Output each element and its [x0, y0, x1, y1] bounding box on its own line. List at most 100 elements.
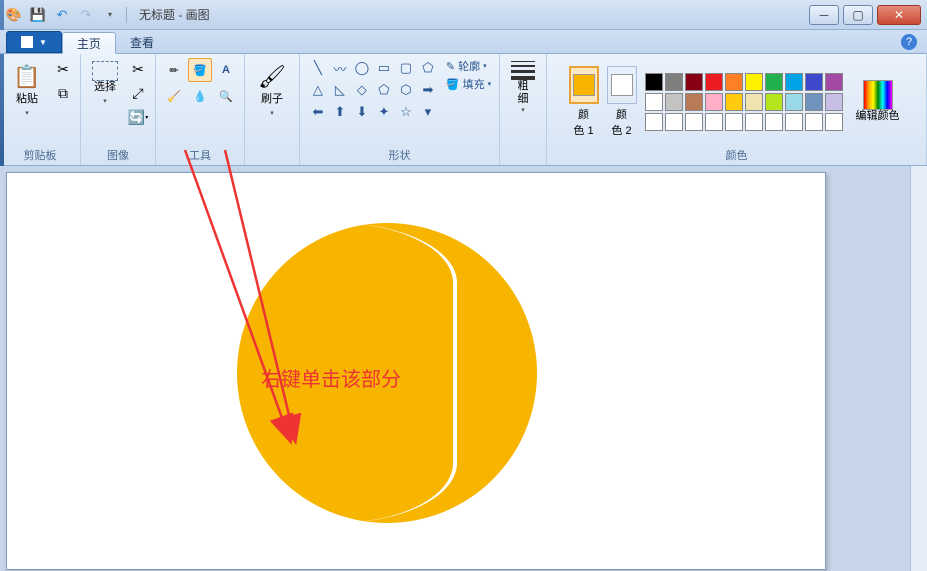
shape-roundrect[interactable]: ▢ [396, 58, 416, 78]
group-colors: 颜 色 1 颜 色 2 编辑颜色 颜色 [547, 54, 927, 165]
canvas[interactable]: 右键单击该部分 [6, 172, 826, 570]
crop-button[interactable]: ✂ [127, 58, 149, 80]
palette-swatch[interactable] [805, 73, 823, 91]
shape-right-triangle[interactable]: ◺ [330, 80, 350, 100]
fill-icon: 🪣 [446, 78, 460, 91]
maximize-button[interactable]: ▢ [843, 5, 873, 25]
palette-swatch[interactable] [725, 73, 743, 91]
shape-arrow-up[interactable]: ⬆ [330, 102, 350, 122]
help-button[interactable]: ? [901, 34, 917, 50]
drawn-circle[interactable]: 右键单击该部分 [237, 223, 537, 523]
brushes-button[interactable]: 🖌 刷子▾ [251, 58, 293, 123]
vertical-scrollbar[interactable] [910, 166, 927, 571]
palette-swatch[interactable] [745, 93, 763, 111]
pencil-icon: ✏ [169, 64, 178, 77]
magnifier-icon: 🔍 [219, 90, 233, 103]
text-tool[interactable]: A [214, 58, 238, 82]
file-menu-button[interactable]: ▼ [6, 31, 62, 53]
palette-swatch[interactable] [685, 93, 703, 111]
palette-swatch[interactable] [725, 113, 743, 131]
shapes-gallery[interactable]: ╲ 〰 ◯ ▭ ▢ ⬠ △ ◺ ◇ ⬠ ⬡ ➡ ⬅ ⬆ ⬇ ✦ ☆ ▾ [308, 58, 438, 122]
palette-swatch[interactable] [765, 93, 783, 111]
shape-arrow-down[interactable]: ⬇ [352, 102, 372, 122]
shape-arrow-left[interactable]: ⬅ [308, 102, 328, 122]
group-image: 选择▾ ✂ ⤢ 🔄▾ 图像 [81, 54, 156, 165]
palette-swatch[interactable] [765, 113, 783, 131]
tab-home[interactable]: 主页 [62, 32, 116, 54]
pencil-tool[interactable]: ✏ [162, 58, 186, 82]
shapes-more[interactable]: ▾ [418, 102, 438, 122]
palette-swatch[interactable] [765, 73, 783, 91]
shape-polygon[interactable]: ⬠ [418, 58, 438, 78]
picker-tool[interactable]: 💧 [188, 84, 212, 108]
palette-swatch[interactable] [705, 73, 723, 91]
shape-star5[interactable]: ☆ [396, 102, 416, 122]
palette-swatch[interactable] [745, 113, 763, 131]
palette-swatch[interactable] [785, 73, 803, 91]
group-size: 粗 细 ▾ [500, 54, 547, 165]
color2-button[interactable] [607, 66, 637, 104]
qat-more-icon[interactable]: ▾ [100, 5, 120, 25]
palette-swatch[interactable] [725, 93, 743, 111]
palette-swatch[interactable] [685, 113, 703, 131]
zoom-tool[interactable]: 🔍 [214, 84, 238, 108]
palette-swatch[interactable] [825, 73, 843, 91]
palette-swatch[interactable] [665, 73, 683, 91]
group-shapes: ╲ 〰 ◯ ▭ ▢ ⬠ △ ◺ ◇ ⬠ ⬡ ➡ ⬅ ⬆ ⬇ ✦ ☆ ▾ ✎轮廓▾ [300, 54, 500, 165]
shape-star4[interactable]: ✦ [374, 102, 394, 122]
cut-button[interactable]: ✂ [52, 58, 74, 80]
palette-swatch[interactable] [665, 93, 683, 111]
shape-line[interactable]: ╲ [308, 58, 328, 78]
palette-swatch[interactable] [705, 93, 723, 111]
app-icon: 🎨 [4, 5, 24, 25]
ribbon: 📋 粘贴▾ ✂ ⧉ 剪贴板 选择▾ ✂ ⤢ 🔄▾ 图像 [0, 54, 927, 166]
workspace: 右键单击该部分 [0, 166, 927, 571]
chevron-down-icon: ▼ [39, 38, 47, 47]
size-button[interactable]: 粗 细 ▾ [506, 58, 540, 117]
save-icon[interactable]: 💾 [28, 5, 48, 25]
fill-tool[interactable]: 🪣 [188, 58, 212, 82]
rotate-button[interactable]: 🔄▾ [127, 106, 149, 128]
shape-curve[interactable]: 〰 [330, 58, 350, 78]
palette-swatch[interactable] [645, 73, 663, 91]
shape-triangle[interactable]: △ [308, 80, 328, 100]
palette-swatch[interactable] [825, 113, 843, 131]
select-button[interactable]: 选择▾ [87, 58, 123, 111]
shape-arrow-right[interactable]: ➡ [418, 80, 438, 100]
shape-oval[interactable]: ◯ [352, 58, 372, 78]
palette-swatch[interactable] [645, 93, 663, 111]
group-brushes: 🖌 刷子▾ [245, 54, 300, 165]
resize-button[interactable]: ⤢ [127, 82, 149, 104]
color1-button[interactable] [569, 66, 599, 104]
shape-rect[interactable]: ▭ [374, 58, 394, 78]
palette-swatch[interactable] [785, 93, 803, 111]
palette-swatch[interactable] [825, 93, 843, 111]
palette-swatch[interactable] [805, 93, 823, 111]
shape-pentagon[interactable]: ⬠ [374, 80, 394, 100]
tab-view[interactable]: 查看 [116, 31, 168, 53]
redo-icon[interactable]: ↷ [76, 5, 96, 25]
palette-swatch[interactable] [745, 73, 763, 91]
shape-diamond[interactable]: ◇ [352, 80, 372, 100]
edit-colors-button[interactable]: 编辑颜色 [851, 77, 905, 126]
color-palette [645, 73, 843, 131]
palette-swatch[interactable] [645, 113, 663, 131]
shape-hexagon[interactable]: ⬡ [396, 80, 416, 100]
palette-swatch[interactable] [685, 73, 703, 91]
spectrum-icon [863, 80, 893, 110]
undo-icon[interactable]: ↶ [52, 5, 72, 25]
palette-swatch[interactable] [665, 113, 683, 131]
palette-swatch[interactable] [705, 113, 723, 131]
palette-swatch[interactable] [805, 113, 823, 131]
minimize-button[interactable]: ─ [809, 5, 839, 25]
size-lines-icon [511, 61, 535, 80]
outline-option[interactable]: ✎轮廓▾ [446, 58, 491, 74]
eyedropper-icon: 💧 [193, 90, 207, 103]
close-button[interactable]: ✕ [877, 5, 921, 25]
paste-button[interactable]: 📋 粘贴▾ [6, 58, 48, 123]
palette-swatch[interactable] [785, 113, 803, 131]
outline-icon: ✎ [446, 60, 455, 73]
eraser-tool[interactable]: 🧹 [162, 84, 186, 108]
fill-option[interactable]: 🪣填充▾ [446, 76, 491, 92]
copy-button[interactable]: ⧉ [52, 82, 74, 104]
